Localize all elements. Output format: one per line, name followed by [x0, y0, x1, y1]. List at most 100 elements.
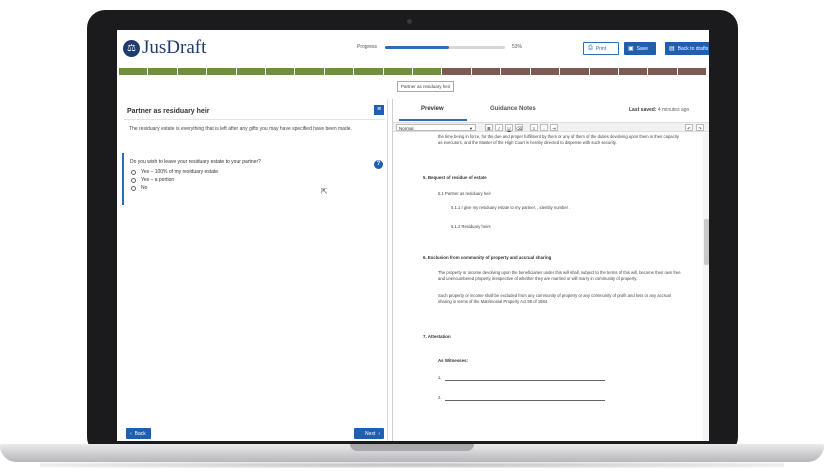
style-value: Normal	[399, 126, 414, 131]
document-icon: ▤	[669, 46, 675, 52]
section-segment[interactable]	[324, 68, 354, 75]
back-button[interactable]: ‹ Back	[126, 428, 151, 439]
next-label: Next	[365, 430, 376, 437]
last-saved-value: 4 minutes ago	[657, 107, 690, 113]
option-label: Yes – 100% of my residuary estate	[141, 169, 219, 175]
menu-icon[interactable]: ≡	[374, 105, 384, 115]
back-label: Back	[134, 430, 146, 437]
document-clause: 5.1 Partner as residuary heir	[438, 191, 491, 196]
document-clause: 5.1.1 I give my residuary estate to my p…	[451, 205, 571, 210]
option-no[interactable]: No	[131, 185, 147, 191]
indent-icon[interactable]: ⇥	[550, 124, 558, 131]
mouse-cursor-icon: ⇱	[321, 187, 328, 196]
print-button[interactable]: ⎙ Print	[583, 42, 619, 55]
section-segment[interactable]	[119, 68, 148, 75]
caret-down-icon: ▼	[469, 126, 473, 131]
italic-icon[interactable]: I	[495, 124, 503, 131]
document-paragraph: Such property or income shall be exclude…	[438, 293, 671, 304]
document-paragraph: The property or income devolving upon th…	[438, 270, 681, 281]
question-panel-title: Partner as residuary heir	[127, 108, 210, 115]
progress-bar	[385, 46, 505, 49]
bold-icon[interactable]: B	[485, 124, 493, 131]
bullet-list-icon[interactable]: ⋮	[540, 124, 548, 131]
document-preview: the time being in force, for the due and…	[393, 133, 703, 441]
witnesses-label: As Witnesses:	[438, 358, 468, 363]
last-saved: Last saved: 4 minutes ago	[629, 107, 689, 113]
radio-button[interactable]	[131, 169, 136, 175]
radio-button[interactable]	[131, 185, 136, 191]
radio-button[interactable]	[131, 177, 136, 183]
laptop-notch	[350, 444, 474, 451]
option-label: Yes – a portion	[141, 177, 175, 183]
print-label: Print	[595, 45, 607, 52]
section-segment[interactable]	[442, 68, 471, 75]
ordered-list-icon[interactable]: ≡	[530, 124, 538, 131]
paragraph-style-select[interactable]: Normal ▼	[396, 124, 476, 131]
scrollbar-thumb[interactable]	[704, 219, 709, 265]
section-segment[interactable]	[413, 68, 442, 75]
section-segment[interactable]	[383, 68, 413, 75]
tab-guidance-notes[interactable]: Guidance Notes	[490, 106, 536, 112]
back-to-drafts-label: Back to drafts	[677, 45, 709, 52]
document-paragraph: the time being in force, for the due and…	[438, 134, 679, 145]
save-label: Save	[636, 45, 649, 52]
printer-icon: ⎙	[588, 45, 593, 51]
progress-label: Progress	[357, 44, 378, 50]
chevron-right-icon: ›	[378, 430, 380, 437]
section-segment[interactable]	[295, 68, 324, 75]
section-segment[interactable]	[648, 68, 677, 75]
logo-text: JusDraft	[142, 37, 207, 58]
signature-line	[445, 380, 605, 381]
last-saved-label: Last saved:	[629, 107, 657, 113]
section-tooltip: Partner as residuary heir	[397, 81, 455, 92]
document-clause: 5.1.2 Residuary heirs	[451, 224, 491, 229]
section-segment[interactable]	[207, 68, 236, 75]
section-segment[interactable]	[177, 68, 207, 75]
section-heading: 7. Attestation	[423, 334, 451, 339]
section-heading: 6. Exclusion from community of property …	[423, 255, 552, 260]
section-segment[interactable]	[148, 68, 177, 75]
section-heading: 5. Bequest of residue of estate	[423, 175, 487, 180]
clear-format-icon[interactable]: ⌫	[515, 124, 523, 131]
tab-preview[interactable]: Preview	[421, 106, 444, 112]
app-screen: ⚖ JusDraft Progress 53% ⎙ Print ▣ Save ▤…	[117, 30, 709, 441]
witness-number: 2.	[438, 395, 442, 400]
help-icon[interactable]: ?	[374, 160, 383, 169]
undo-icon[interactable]: ↶	[685, 124, 693, 131]
document-panel: Preview Guidance Notes Last saved: 4 min…	[392, 99, 709, 441]
camera	[407, 19, 412, 24]
signature-line	[445, 400, 605, 401]
section-segment[interactable]	[354, 68, 383, 75]
progress-bar-fill	[385, 46, 449, 49]
question-block: Do you wish to leave your residuary esta…	[122, 153, 386, 205]
question-panel: Partner as residuary heir ≡ The residuar…	[120, 99, 388, 441]
redo-icon[interactable]: ↷	[696, 124, 704, 131]
option-yes-100[interactable]: Yes – 100% of my residuary estate	[131, 169, 218, 175]
save-button[interactable]: ▣ Save	[624, 42, 656, 55]
section-segment[interactable]	[677, 68, 707, 75]
option-yes-portion[interactable]: Yes – a portion	[131, 177, 174, 183]
section-segment[interactable]	[560, 68, 589, 75]
underline-icon[interactable]: U	[505, 124, 513, 131]
laptop-shadow	[40, 462, 784, 468]
section-segment[interactable]	[530, 68, 560, 75]
active-tab-indicator	[399, 119, 467, 121]
divider	[124, 119, 385, 120]
intro-text: The residuary estate is everything that …	[129, 126, 352, 132]
section-segment[interactable]	[589, 68, 618, 75]
section-segment[interactable]	[236, 68, 266, 75]
top-bar: ⚖ JusDraft Progress 53% ⎙ Print ▣ Save ▤…	[117, 30, 709, 68]
document-scrollbar[interactable]	[703, 133, 709, 441]
section-progress-strip	[119, 68, 707, 75]
witness-number: 1.	[438, 375, 442, 380]
section-segment[interactable]	[501, 68, 530, 75]
logo[interactable]: ⚖ JusDraft	[123, 37, 206, 59]
chevron-left-icon: ‹	[130, 430, 132, 437]
next-button[interactable]: Next ›	[354, 428, 384, 439]
section-segment[interactable]	[266, 68, 295, 75]
back-to-drafts-button[interactable]: ▤ Back to drafts	[665, 42, 709, 55]
section-segment[interactable]	[471, 68, 501, 75]
scales-icon: ⚖	[123, 39, 140, 57]
editor-toolbar: Normal ▼ B I U ⌫ ≡ ⋮ ⇥ ↶ ↷	[393, 122, 709, 132]
section-segment[interactable]	[618, 68, 648, 75]
